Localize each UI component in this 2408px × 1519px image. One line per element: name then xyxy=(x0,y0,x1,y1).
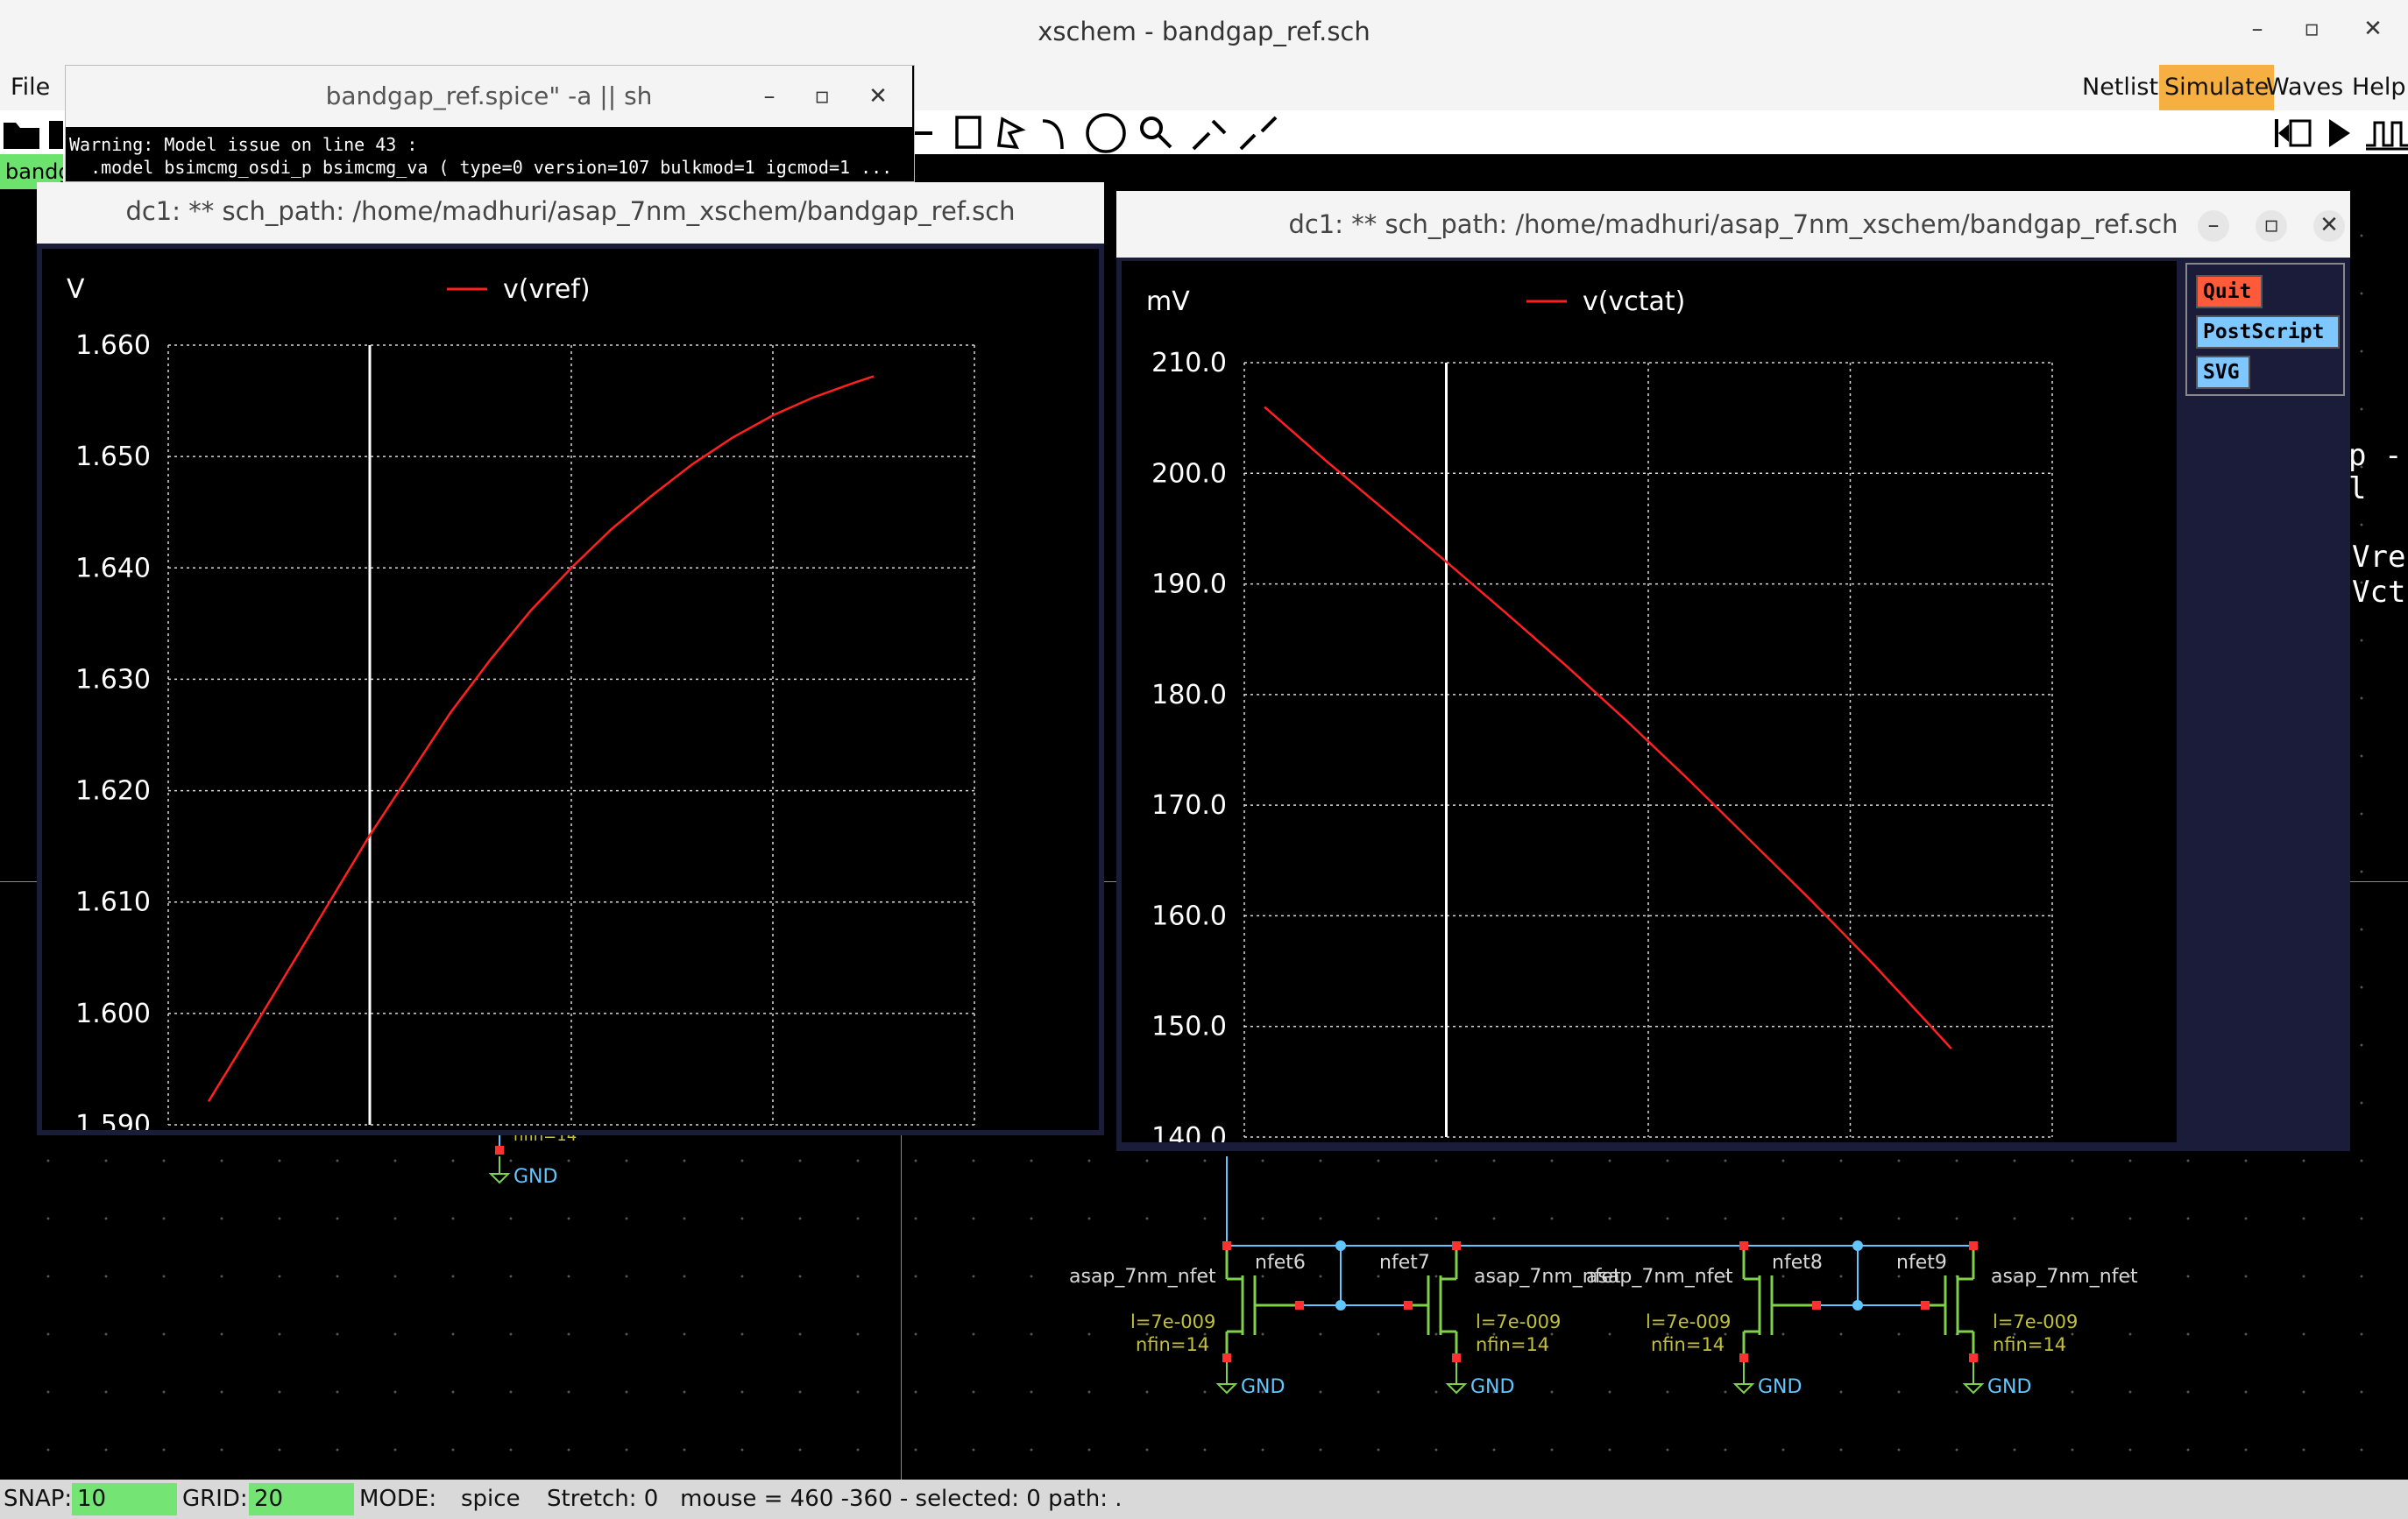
menu-simulate[interactable]: Simulate xyxy=(2159,65,2275,110)
plot-window-title[interactable]: dc1: ** sch_path: /home/madhuri/asap_7nm… xyxy=(37,182,1104,244)
y-tick-label: 210.0 xyxy=(1151,348,1227,378)
plot-title-text: dc1: ** sch_path: /home/madhuri/asap_7nm… xyxy=(1288,209,2178,239)
push-into-icon xyxy=(2275,119,2312,147)
window-title: xschem - bandgap_ref.sch xyxy=(1038,17,1370,46)
y-tick-label: 140.0 xyxy=(1151,1122,1227,1142)
plot-window-title[interactable]: dc1: ** sch_path: /home/madhuri/asap_7nm… xyxy=(1116,191,2350,258)
y-unit-label: V xyxy=(67,274,85,305)
side-text-2: l xyxy=(2348,471,2367,506)
status-bar: SNAP: 10 GRID: 20 MODE: spice Stretch: 0… xyxy=(0,1480,2408,1519)
menu-netlist[interactable]: Netlist xyxy=(2077,65,2164,110)
terminal-line: Warning: Model issue on line 43 : xyxy=(69,134,418,155)
nfet6-l: l=7e-009 xyxy=(1130,1311,1215,1332)
grid-input[interactable]: 20 xyxy=(249,1483,354,1515)
y-tick-label: 180.0 xyxy=(1151,680,1227,710)
terminal-title: bandgap_ref.spice" -a || sh xyxy=(325,81,653,110)
y-tick-label: 200.0 xyxy=(1151,458,1227,489)
close-icon[interactable]: ✕ xyxy=(2359,16,2387,42)
polygon-tool-icon xyxy=(997,117,1026,150)
nfet8-l: l=7e-009 xyxy=(1646,1311,1731,1332)
save-icon xyxy=(49,121,63,149)
nfet7-name: nfet7 xyxy=(1379,1252,1430,1274)
side-text-3: Vre xyxy=(2352,540,2406,575)
snap-input[interactable]: 10 xyxy=(72,1483,177,1515)
snap-label: SNAP: xyxy=(4,1486,73,1512)
rect-tool-icon xyxy=(955,116,981,149)
close-icon[interactable]: ✕ xyxy=(2313,210,2345,242)
close-icon[interactable]: ✕ xyxy=(865,83,891,110)
terminal-line: .model bsimcmg_osdi_p bsimcmg_va ( type=… xyxy=(69,157,893,178)
y-tick-label: 1.650 xyxy=(75,442,151,472)
zoom-in-icon xyxy=(1192,119,1227,151)
y-tick-label: 160.0 xyxy=(1151,901,1227,931)
y-tick-label: 1.610 xyxy=(75,887,151,918)
mode-value: spice xyxy=(461,1486,521,1512)
gnd-label: GND xyxy=(1241,1376,1285,1398)
vref-chart[interactable]: -50.00.050.0100.0150.01.6601.6501.6401.6… xyxy=(42,249,1099,1130)
side-text-1: p - xyxy=(2348,438,2403,473)
plot-window-vctat[interactable]: dc1: ** sch_path: /home/madhuri/asap_7nm… xyxy=(1116,191,2350,1151)
nfet6-nfin: nfin=14 xyxy=(1136,1334,1209,1355)
gnd-label: GND xyxy=(1987,1376,2031,1398)
nfet6-name: nfet6 xyxy=(1255,1252,1306,1274)
nfet7-l: l=7e-009 xyxy=(1476,1311,1561,1332)
nfet6-model: asap_7nm_nfet xyxy=(1069,1266,1216,1288)
y-tick-label: 1.630 xyxy=(75,664,151,695)
quit-button[interactable]: Quit xyxy=(2196,275,2263,308)
simulate-play-icon xyxy=(2329,119,2350,147)
legend-label: v(vctat) xyxy=(1583,286,1685,317)
gnd-label: GND xyxy=(1470,1376,1514,1398)
minimize-icon[interactable]: – xyxy=(2243,16,2271,42)
y-tick-label: 1.590 xyxy=(75,1110,151,1130)
y-tick-label: 1.620 xyxy=(75,776,151,807)
zoom-full-icon xyxy=(1239,116,1278,151)
nfet8-model: asap_7nm_nfet xyxy=(1586,1266,1733,1288)
nfet8-nfin: nfin=14 xyxy=(1651,1334,1725,1355)
circle-tool-icon xyxy=(1086,113,1126,153)
y-tick-label: 1.660 xyxy=(75,330,151,361)
plot-window-vref[interactable]: dc1: ** sch_path: /home/madhuri/asap_7nm… xyxy=(37,182,1104,1135)
menu-file[interactable]: File xyxy=(5,65,55,110)
mode-label: MODE: xyxy=(359,1486,437,1512)
open-folder-icon xyxy=(4,123,39,149)
side-text-4: Vct xyxy=(2352,575,2406,610)
y-tick-label: 1.640 xyxy=(75,553,151,583)
arc-tool-icon xyxy=(1042,119,1064,150)
y-unit-label: mV xyxy=(1146,286,1190,317)
grid-label: GRID: xyxy=(182,1486,248,1512)
terminal-titlebar[interactable]: bandgap_ref.spice" -a || sh – ▫ ✕ xyxy=(66,66,912,127)
gnd-label: GND xyxy=(1758,1376,1802,1398)
minimize-icon[interactable]: – xyxy=(756,83,783,110)
terminal-window[interactable]: bandgap_ref.spice" -a || sh – ▫ ✕ Warnin… xyxy=(65,65,915,182)
minimize-icon[interactable]: – xyxy=(2198,210,2229,242)
nfet9-l: l=7e-009 xyxy=(1993,1311,2078,1332)
gnd-label: GND xyxy=(513,1166,557,1188)
plot-button-panel: Quit PostScript SVG xyxy=(2185,263,2345,396)
maximize-icon[interactable]: ▫ xyxy=(809,83,835,110)
nfet9-nfin: nfin=14 xyxy=(1993,1334,2066,1355)
y-tick-label: 150.0 xyxy=(1151,1012,1227,1042)
restore-icon[interactable]: ▫ xyxy=(2298,16,2326,42)
menu-help[interactable]: Help xyxy=(2347,65,2408,110)
y-tick-label: 1.600 xyxy=(75,999,151,1029)
nfet7-nfin: nfin=14 xyxy=(1476,1334,1549,1355)
nfet9-model: asap_7nm_nfet xyxy=(1991,1266,2138,1288)
status-info: Stretch: 0 mouse = 460 -360 - selected: … xyxy=(547,1486,1123,1512)
main-titlebar: xschem - bandgap_ref.sch – ▫ ✕ xyxy=(0,0,2408,66)
waves-icon xyxy=(2366,121,2408,151)
search-icon xyxy=(1140,117,1172,149)
maximize-icon[interactable]: ▫ xyxy=(2256,210,2287,242)
y-tick-label: 190.0 xyxy=(1151,569,1227,600)
legend-label: v(vref) xyxy=(503,274,591,305)
postscript-button[interactable]: PostScript xyxy=(2196,315,2340,349)
y-tick-label: 170.0 xyxy=(1151,790,1227,821)
schematic-drawing[interactable]: GND nfin=14 GND GND GND GND nfet6 nfet7 … xyxy=(0,1121,2408,1437)
vctat-chart[interactable]: -50.00.050.0100.0150.0210.0200.0190.0180… xyxy=(1122,261,2177,1142)
menu-waves[interactable]: Waves xyxy=(2261,65,2348,110)
plot-background xyxy=(1122,261,2177,1142)
plot-background xyxy=(42,249,1099,1130)
nfet8-name: nfet8 xyxy=(1772,1252,1823,1274)
nfet9-name: nfet9 xyxy=(1896,1252,1947,1274)
svg-button[interactable]: SVG xyxy=(2196,356,2250,389)
